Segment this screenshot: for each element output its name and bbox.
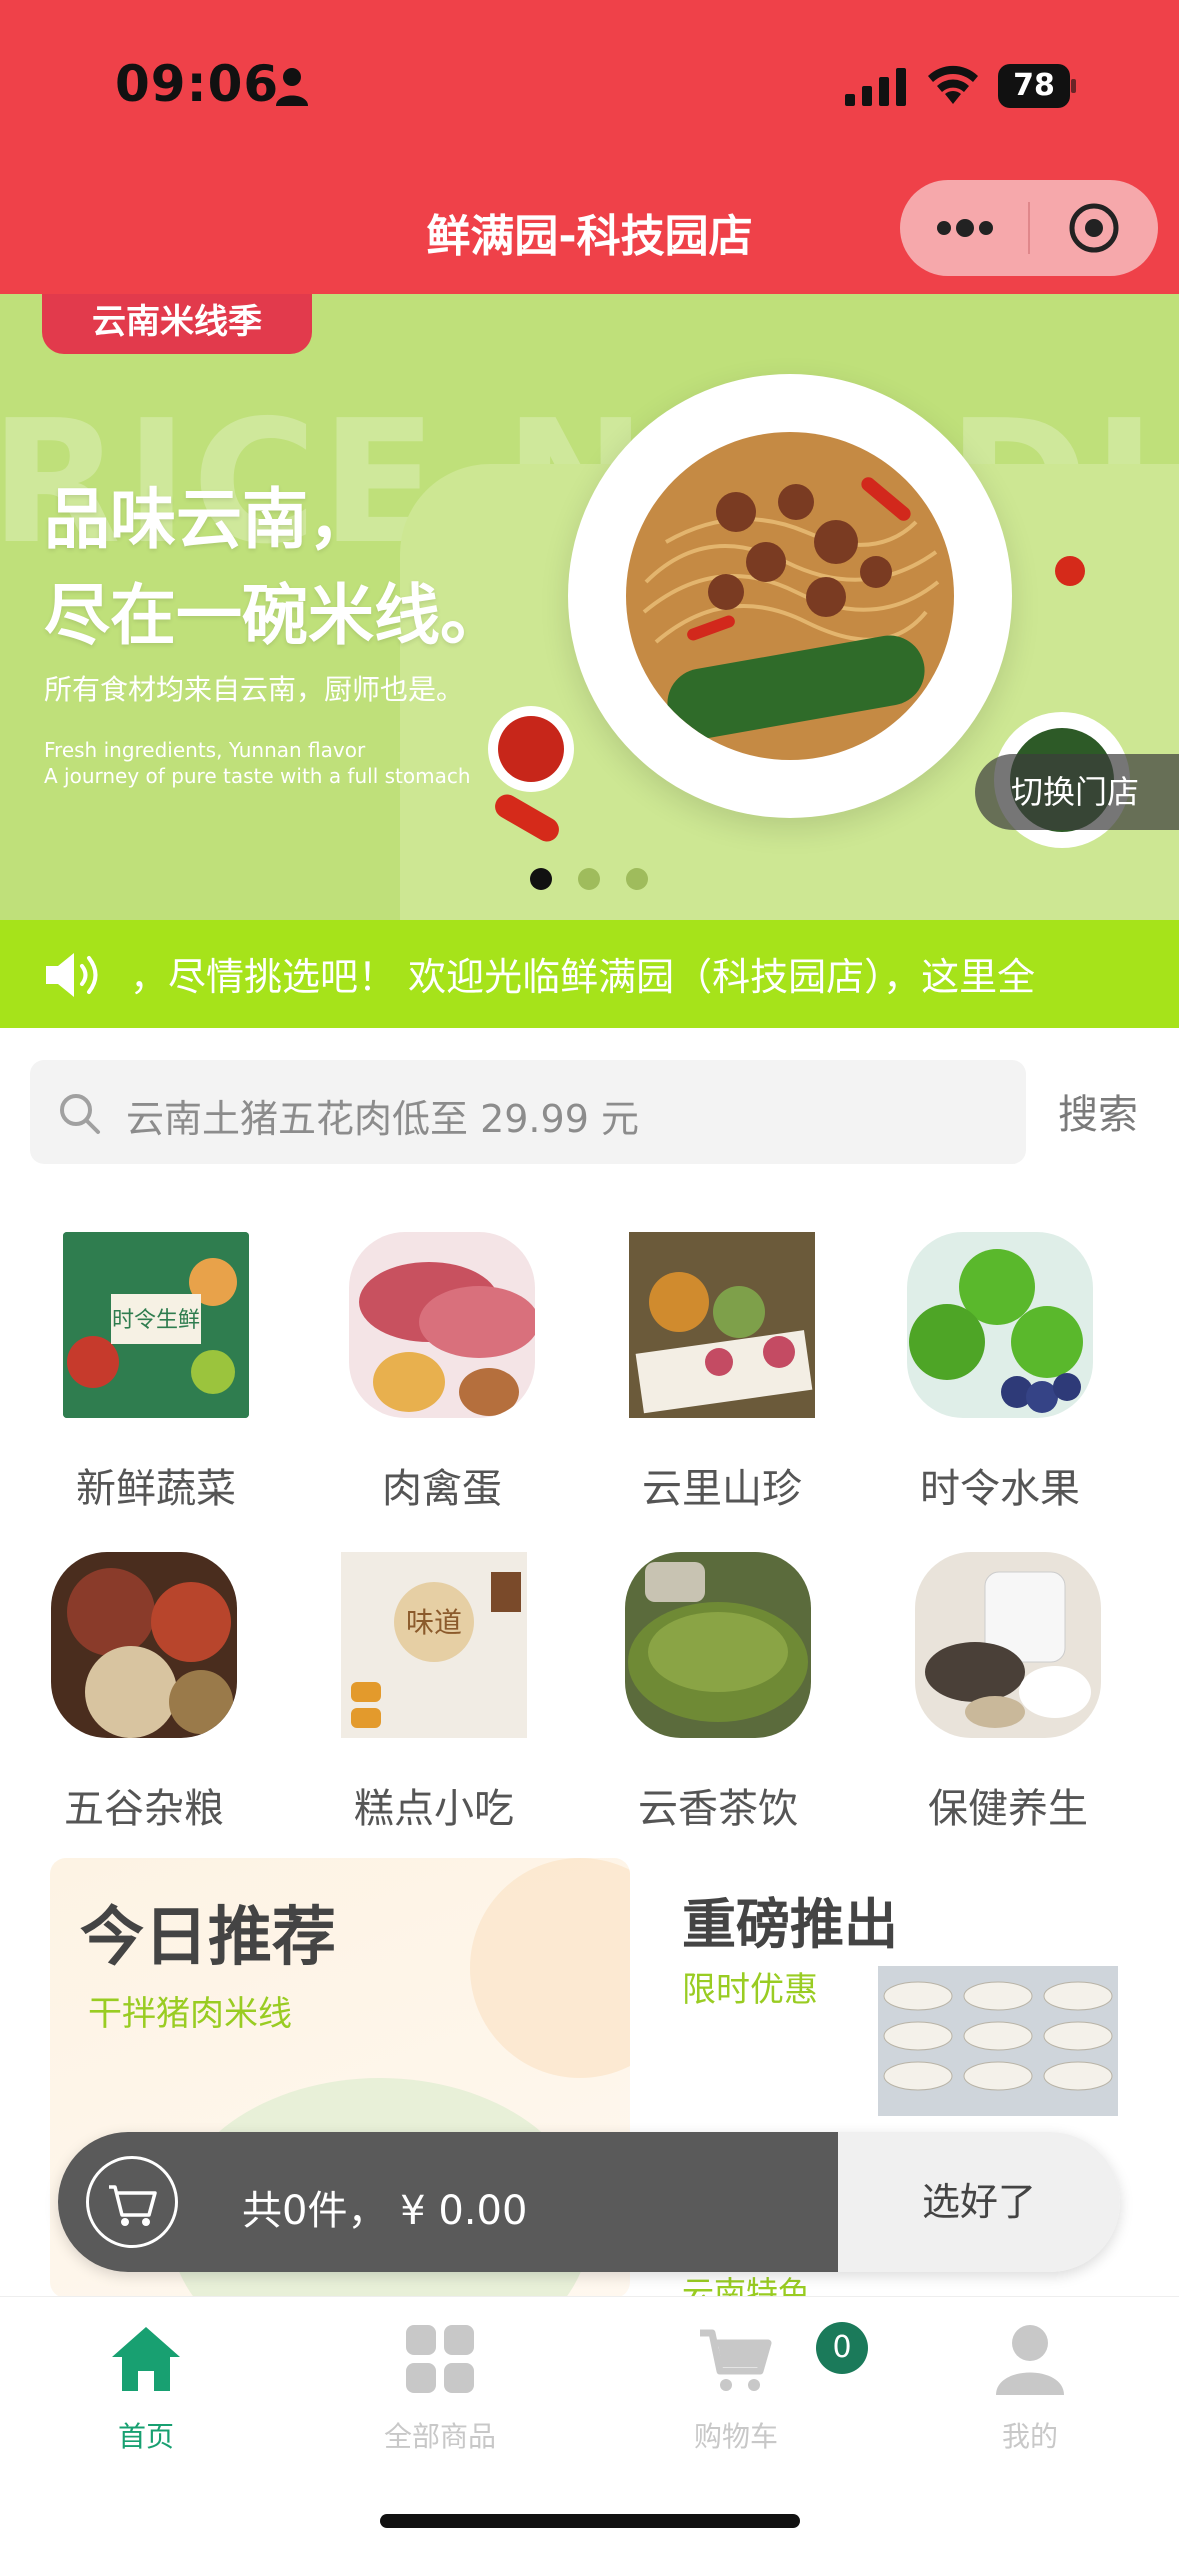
banner-english-2: A journey of pure taste with a full stom…: [44, 764, 471, 788]
tea-image: [625, 1552, 811, 1738]
category-label: 五谷杂粮: [64, 1786, 224, 1832]
notice-bar: ，尽情挑选吧！ 欢迎光临鲜满园（科技园店），这里全: [0, 920, 1179, 1028]
meat-image: [349, 1232, 535, 1418]
more-icon[interactable]: [934, 208, 996, 248]
search-placeholder: 云南土猪五花肉低至 29.99 元: [126, 1097, 639, 1141]
mushroom-image: [629, 1232, 815, 1418]
category-label: 糕点小吃: [354, 1786, 514, 1832]
cart-summary-bar: 共0件， ¥ 0.00 选好了: [58, 2132, 1120, 2272]
fruit-image: [907, 1232, 1093, 1418]
category-health[interactable]: 保健养生: [908, 1552, 1108, 1834]
home-icon: [112, 2327, 180, 2391]
pastry-image: 味道: [341, 1552, 527, 1738]
battery-indicator: 78: [998, 64, 1076, 108]
tomato-image: [1055, 556, 1085, 586]
category-label: 新鲜蔬菜: [76, 1466, 236, 1512]
banner-dot-1[interactable]: [530, 868, 552, 890]
category-label: 保健养生: [928, 1786, 1088, 1832]
category-vegetables[interactable]: 时令生鲜 新鲜蔬菜: [56, 1232, 256, 1514]
cart-count-badge: 0: [816, 2322, 868, 2374]
banner-dot-2[interactable]: [578, 868, 600, 890]
hot-title: 重磅推出: [682, 1893, 898, 1956]
recommend-subtitle: 干拌猪肉米线: [88, 1994, 292, 2034]
home-indicator[interactable]: [380, 2514, 800, 2528]
cart-summary[interactable]: 共0件， ¥ 0.00: [58, 2132, 838, 2272]
banner-english-1: Fresh ingredients, Yunnan flavor: [44, 738, 366, 762]
grains-image: [51, 1552, 237, 1738]
hot-subtitle: 限时优惠: [682, 1970, 818, 2010]
banner-pagination[interactable]: [530, 868, 648, 890]
notice-text: ，尽情挑选吧！ 欢迎光临鲜满园（科技园店），这里全: [130, 955, 1036, 999]
speaker-icon: [46, 953, 98, 997]
switch-store-button[interactable]: 切换门店: [975, 754, 1179, 830]
cart-total: 共0件， ¥ 0.00: [242, 2188, 528, 2234]
category-label: 云香茶饮: [638, 1786, 798, 1832]
category-label: 时令水果: [920, 1466, 1080, 1512]
promo-banner[interactable]: RICE NOODLES 云南米线季 品味云南， 尽在一碗米线。 所有食材均来自…: [0, 294, 1179, 920]
dumplings-image: [878, 1966, 1118, 2116]
cellular-signal-icon: [845, 68, 906, 106]
header-bar: 09:06 78 鲜满园-科技园店: [0, 0, 1179, 294]
grid-icon: [406, 2325, 474, 2393]
banner-dot-3[interactable]: [626, 868, 648, 890]
category-label: 云里山珍: [642, 1466, 802, 1512]
search-input[interactable]: 云南土猪五花肉低至 29.99 元: [30, 1060, 1026, 1164]
category-label: 肉禽蛋: [382, 1466, 502, 1512]
search-icon: [60, 1094, 100, 1134]
person-icon: [276, 68, 308, 106]
vegetables-image: 时令生鲜: [63, 1232, 249, 1418]
tab-home[interactable]: 首页: [46, 2319, 246, 2455]
health-image: [915, 1552, 1101, 1738]
category-mushrooms[interactable]: 云里山珍: [622, 1232, 822, 1514]
category-tea[interactable]: 云香茶饮: [618, 1552, 818, 1834]
mini-program-capsule: [900, 180, 1158, 276]
svg-text:味道: 味道: [406, 1606, 462, 1639]
category-meat[interactable]: 肉禽蛋: [342, 1232, 542, 1514]
tab-profile[interactable]: 我的: [930, 2319, 1130, 2455]
close-miniprogram-icon[interactable]: [1068, 202, 1120, 254]
cart-icon: [700, 2329, 772, 2391]
cart-icon[interactable]: [86, 2156, 178, 2248]
user-icon: [996, 2325, 1064, 2395]
chili-bowl-image: [488, 706, 574, 792]
category-pastry[interactable]: 味道 糕点小吃: [334, 1552, 534, 1834]
banner-tag: 云南米线季: [42, 294, 312, 354]
wifi-icon: [928, 65, 978, 104]
banner-subtitle: 所有食材均来自云南，厨师也是。: [44, 673, 465, 706]
tab-all-products[interactable]: 全部商品: [340, 2319, 540, 2455]
rice-noodle-bowl-image: [568, 374, 1012, 818]
svg-text:时令生鲜: 时令生鲜: [112, 1308, 200, 1333]
checkout-button[interactable]: 选好了: [838, 2132, 1120, 2272]
banner-headline: 品味云南， 尽在一碗米线。: [44, 481, 506, 654]
status-time: 09:06: [115, 55, 280, 113]
category-grains[interactable]: 五谷杂粮: [44, 1552, 244, 1834]
category-fruit[interactable]: 时令水果: [900, 1232, 1100, 1514]
search-button[interactable]: 搜索: [1058, 1082, 1138, 1140]
tab-cart[interactable]: 购物车: [636, 2319, 836, 2455]
recommend-title: 今日推荐: [80, 1901, 336, 1975]
